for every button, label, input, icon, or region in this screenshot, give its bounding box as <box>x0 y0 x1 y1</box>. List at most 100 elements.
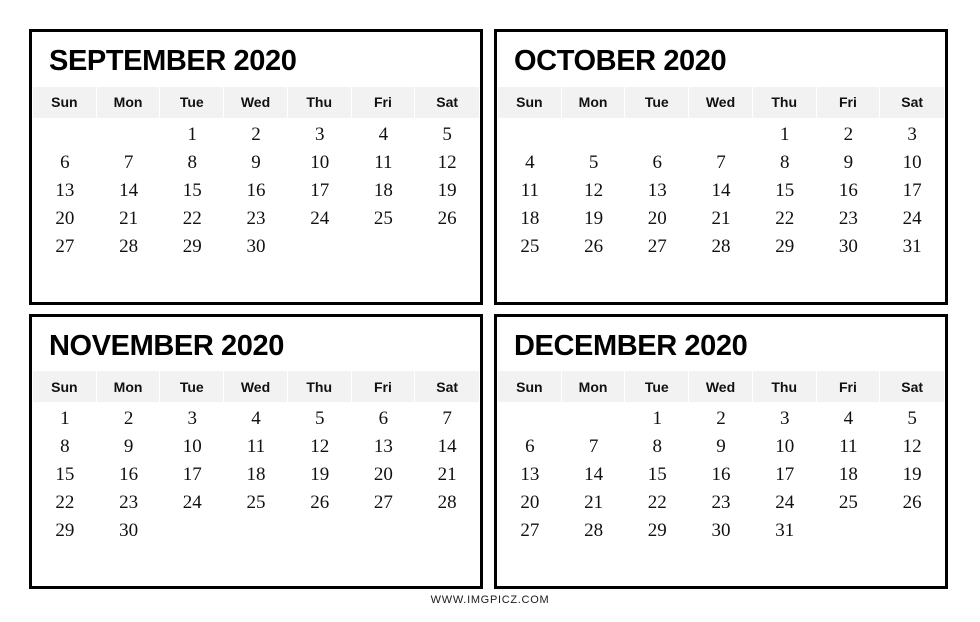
day-cell[interactable]: 25 <box>498 233 562 261</box>
day-cell[interactable]: 8 <box>33 433 97 461</box>
day-cell[interactable]: 14 <box>415 433 479 461</box>
day-cell[interactable]: 30 <box>817 233 881 261</box>
day-cell[interactable]: 22 <box>753 205 817 233</box>
day-cell[interactable]: 8 <box>160 149 224 177</box>
day-cell[interactable]: 24 <box>880 205 944 233</box>
day-cell[interactable]: 14 <box>97 177 161 205</box>
day-cell[interactable]: 23 <box>224 205 288 233</box>
day-cell[interactable]: 19 <box>415 177 479 205</box>
day-cell[interactable]: 14 <box>562 461 626 489</box>
day-cell[interactable]: 10 <box>160 433 224 461</box>
day-cell[interactable]: 2 <box>224 121 288 149</box>
day-cell[interactable]: 1 <box>625 405 689 433</box>
day-cell[interactable]: 25 <box>352 205 416 233</box>
day-cell[interactable]: 29 <box>33 517 97 545</box>
day-cell[interactable]: 23 <box>817 205 881 233</box>
day-cell[interactable]: 21 <box>689 205 753 233</box>
day-cell[interactable]: 17 <box>753 461 817 489</box>
day-cell[interactable]: 27 <box>352 489 416 517</box>
day-cell[interactable]: 11 <box>817 433 881 461</box>
day-cell[interactable]: 4 <box>498 149 562 177</box>
day-cell[interactable]: 12 <box>880 433 944 461</box>
day-cell[interactable]: 1 <box>160 121 224 149</box>
day-cell[interactable]: 10 <box>288 149 352 177</box>
day-cell[interactable]: 5 <box>880 405 944 433</box>
day-cell[interactable]: 25 <box>817 489 881 517</box>
day-cell[interactable]: 1 <box>33 405 97 433</box>
day-cell[interactable]: 12 <box>562 177 626 205</box>
day-cell[interactable]: 14 <box>689 177 753 205</box>
day-cell[interactable]: 28 <box>415 489 479 517</box>
day-cell[interactable]: 12 <box>288 433 352 461</box>
day-cell[interactable]: 19 <box>880 461 944 489</box>
day-cell[interactable]: 7 <box>689 149 753 177</box>
day-cell[interactable]: 17 <box>288 177 352 205</box>
day-cell[interactable]: 16 <box>817 177 881 205</box>
day-cell[interactable]: 30 <box>97 517 161 545</box>
day-cell[interactable]: 28 <box>689 233 753 261</box>
day-cell[interactable]: 19 <box>288 461 352 489</box>
day-cell[interactable]: 30 <box>224 233 288 261</box>
day-cell[interactable]: 16 <box>97 461 161 489</box>
day-cell[interactable]: 15 <box>625 461 689 489</box>
day-cell[interactable]: 29 <box>625 517 689 545</box>
day-cell[interactable]: 28 <box>97 233 161 261</box>
day-cell[interactable]: 31 <box>880 233 944 261</box>
day-cell[interactable]: 24 <box>288 205 352 233</box>
day-cell[interactable]: 13 <box>352 433 416 461</box>
day-cell[interactable]: 7 <box>97 149 161 177</box>
day-cell[interactable]: 2 <box>689 405 753 433</box>
day-cell[interactable]: 9 <box>224 149 288 177</box>
day-cell[interactable]: 6 <box>498 433 562 461</box>
day-cell[interactable]: 13 <box>33 177 97 205</box>
day-cell[interactable]: 17 <box>160 461 224 489</box>
day-cell[interactable]: 23 <box>689 489 753 517</box>
day-cell[interactable]: 24 <box>160 489 224 517</box>
day-cell[interactable]: 25 <box>224 489 288 517</box>
day-cell[interactable]: 7 <box>415 405 479 433</box>
day-cell[interactable]: 5 <box>562 149 626 177</box>
day-cell[interactable]: 20 <box>625 205 689 233</box>
day-cell[interactable]: 21 <box>415 461 479 489</box>
day-cell[interactable]: 13 <box>498 461 562 489</box>
day-cell[interactable]: 16 <box>689 461 753 489</box>
day-cell[interactable]: 27 <box>625 233 689 261</box>
day-cell[interactable]: 11 <box>498 177 562 205</box>
day-cell[interactable]: 21 <box>97 205 161 233</box>
day-cell[interactable]: 8 <box>753 149 817 177</box>
day-cell[interactable]: 2 <box>817 121 881 149</box>
day-cell[interactable]: 20 <box>33 205 97 233</box>
day-cell[interactable]: 4 <box>352 121 416 149</box>
day-cell[interactable]: 20 <box>498 489 562 517</box>
day-cell[interactable]: 5 <box>415 121 479 149</box>
day-cell[interactable]: 22 <box>625 489 689 517</box>
day-cell[interactable]: 3 <box>753 405 817 433</box>
day-cell[interactable]: 29 <box>160 233 224 261</box>
day-cell[interactable]: 31 <box>753 517 817 545</box>
day-cell[interactable]: 26 <box>288 489 352 517</box>
day-cell[interactable]: 3 <box>288 121 352 149</box>
day-cell[interactable]: 9 <box>97 433 161 461</box>
day-cell[interactable]: 6 <box>33 149 97 177</box>
day-cell[interactable]: 28 <box>562 517 626 545</box>
day-cell[interactable]: 23 <box>97 489 161 517</box>
day-cell[interactable]: 10 <box>880 149 944 177</box>
day-cell[interactable]: 2 <box>97 405 161 433</box>
day-cell[interactable]: 29 <box>753 233 817 261</box>
day-cell[interactable]: 11 <box>352 149 416 177</box>
day-cell[interactable]: 18 <box>352 177 416 205</box>
day-cell[interactable]: 21 <box>562 489 626 517</box>
day-cell[interactable]: 24 <box>753 489 817 517</box>
day-cell[interactable]: 5 <box>288 405 352 433</box>
day-cell[interactable]: 18 <box>817 461 881 489</box>
day-cell[interactable]: 18 <box>498 205 562 233</box>
day-cell[interactable]: 6 <box>352 405 416 433</box>
day-cell[interactable]: 16 <box>224 177 288 205</box>
day-cell[interactable]: 8 <box>625 433 689 461</box>
day-cell[interactable]: 15 <box>753 177 817 205</box>
day-cell[interactable]: 22 <box>160 205 224 233</box>
day-cell[interactable]: 20 <box>352 461 416 489</box>
day-cell[interactable]: 15 <box>160 177 224 205</box>
day-cell[interactable]: 26 <box>880 489 944 517</box>
day-cell[interactable]: 9 <box>689 433 753 461</box>
